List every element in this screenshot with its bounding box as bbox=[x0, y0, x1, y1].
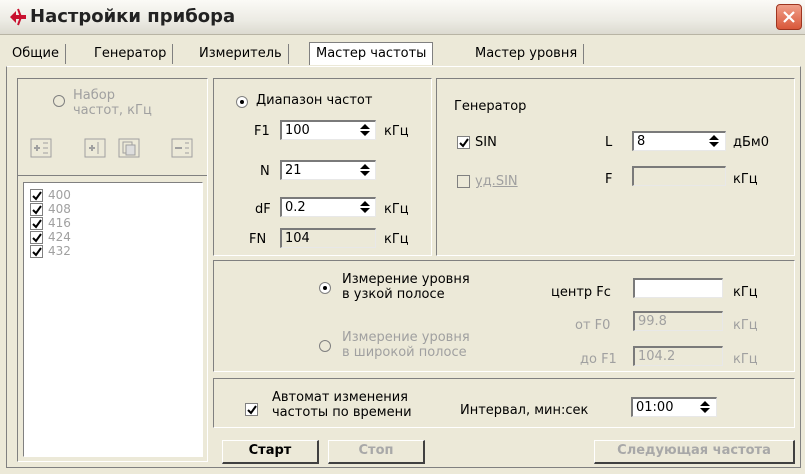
l-unit: дБм0 bbox=[733, 135, 769, 150]
n-spinner-icon[interactable] bbox=[357, 161, 373, 179]
fn-output: 104 bbox=[280, 228, 376, 248]
frequency-range-radio[interactable] bbox=[236, 96, 248, 108]
insert-item-icon[interactable] bbox=[84, 138, 106, 158]
l-spinner-icon[interactable] bbox=[706, 132, 722, 150]
frequency-set-label: Набор частот, кГц bbox=[73, 88, 152, 118]
tab-level-master[interactable]: Мастер уровня bbox=[469, 44, 585, 64]
copy-item-icon[interactable] bbox=[118, 138, 140, 158]
tab-generator[interactable]: Генератор bbox=[88, 44, 174, 64]
close-button[interactable] bbox=[776, 4, 802, 30]
df-unit: кГц bbox=[384, 202, 409, 217]
start-button[interactable]: Старт bbox=[222, 440, 319, 464]
ud-sin-checkbox[interactable] bbox=[457, 175, 470, 188]
tab-frequency-master[interactable]: Мастер частоты bbox=[309, 42, 434, 65]
auto-change-label-line2: частоты по времени bbox=[272, 405, 412, 420]
list-item-label: 432 bbox=[48, 244, 71, 258]
generator-title: Генератор bbox=[454, 99, 527, 114]
interval-label: Интервал, мин:сек bbox=[460, 403, 589, 418]
sin-label: SIN bbox=[475, 135, 497, 150]
f1-label: F1 bbox=[254, 124, 270, 139]
fc-unit: кГц bbox=[733, 285, 758, 300]
f1-range-input[interactable]: 104.2 bbox=[633, 346, 723, 366]
fc-input[interactable] bbox=[633, 278, 723, 298]
f1-range-label: до F1 bbox=[580, 352, 617, 367]
f-unit: кГц bbox=[733, 172, 758, 187]
wide-band-label: Измерение уровня в широкой полосе bbox=[342, 330, 470, 360]
frequency-set-radio[interactable] bbox=[53, 95, 65, 107]
f1-range-unit: кГц bbox=[733, 352, 758, 367]
f-input[interactable] bbox=[632, 166, 726, 186]
list-item-label: 408 bbox=[48, 202, 71, 216]
next-frequency-button[interactable]: Следующая частота bbox=[594, 440, 795, 464]
interval-spinner-icon[interactable] bbox=[697, 398, 713, 416]
f1-unit: кГц bbox=[384, 124, 409, 139]
wide-band-label-line1: Измерение уровня bbox=[342, 330, 470, 345]
list-item-label: 400 bbox=[48, 188, 71, 202]
f-label: F bbox=[605, 172, 613, 187]
narrow-band-label: Измерение уровня в узкой полосе bbox=[342, 272, 470, 302]
tab-meter[interactable]: Измеритель bbox=[193, 44, 289, 64]
add-item-icon[interactable] bbox=[30, 138, 52, 158]
frequency-list[interactable]: 400 408 416 424 432 bbox=[23, 182, 203, 457]
close-icon bbox=[783, 11, 795, 23]
f1-spinner-icon[interactable] bbox=[357, 121, 373, 139]
auto-change-checkbox[interactable] bbox=[245, 403, 258, 416]
wide-band-label-line2: в широкой полосе bbox=[342, 345, 467, 360]
f0-unit: кГц bbox=[733, 318, 758, 333]
tab-general[interactable]: Общие bbox=[6, 44, 66, 64]
window-title: Настройки прибора bbox=[30, 6, 236, 27]
wide-band-radio[interactable] bbox=[319, 340, 331, 352]
list-item-label: 424 bbox=[48, 230, 71, 244]
stop-button[interactable]: Стоп bbox=[328, 440, 425, 464]
frequency-range-label: Диапазон частот bbox=[256, 93, 373, 108]
app-icon bbox=[8, 8, 28, 26]
divider bbox=[18, 175, 207, 176]
fc-label: центр Fc bbox=[551, 285, 611, 300]
sin-checkbox[interactable] bbox=[457, 136, 470, 149]
df-spinner-icon[interactable] bbox=[357, 198, 373, 216]
ud-sin-label: уд.SIN bbox=[475, 174, 518, 189]
narrow-band-label-line1: Измерение уровня bbox=[342, 272, 470, 287]
l-label: L bbox=[605, 135, 613, 150]
narrow-band-radio[interactable] bbox=[319, 282, 331, 294]
fn-unit: кГц bbox=[384, 232, 409, 247]
list-item-label: 416 bbox=[48, 216, 71, 230]
f0-label: от F0 bbox=[575, 318, 611, 333]
n-label: N bbox=[260, 164, 270, 179]
auto-change-label: Автомат изменения частоты по времени bbox=[272, 390, 412, 420]
f0-input[interactable]: 99.8 bbox=[633, 311, 723, 331]
auto-change-label-line1: Автомат изменения bbox=[272, 390, 408, 405]
fn-label: FN bbox=[249, 232, 267, 247]
narrow-band-label-line2: в узкой полосе bbox=[342, 287, 445, 302]
remove-item-icon[interactable] bbox=[171, 138, 193, 158]
df-label: dF bbox=[255, 202, 271, 217]
